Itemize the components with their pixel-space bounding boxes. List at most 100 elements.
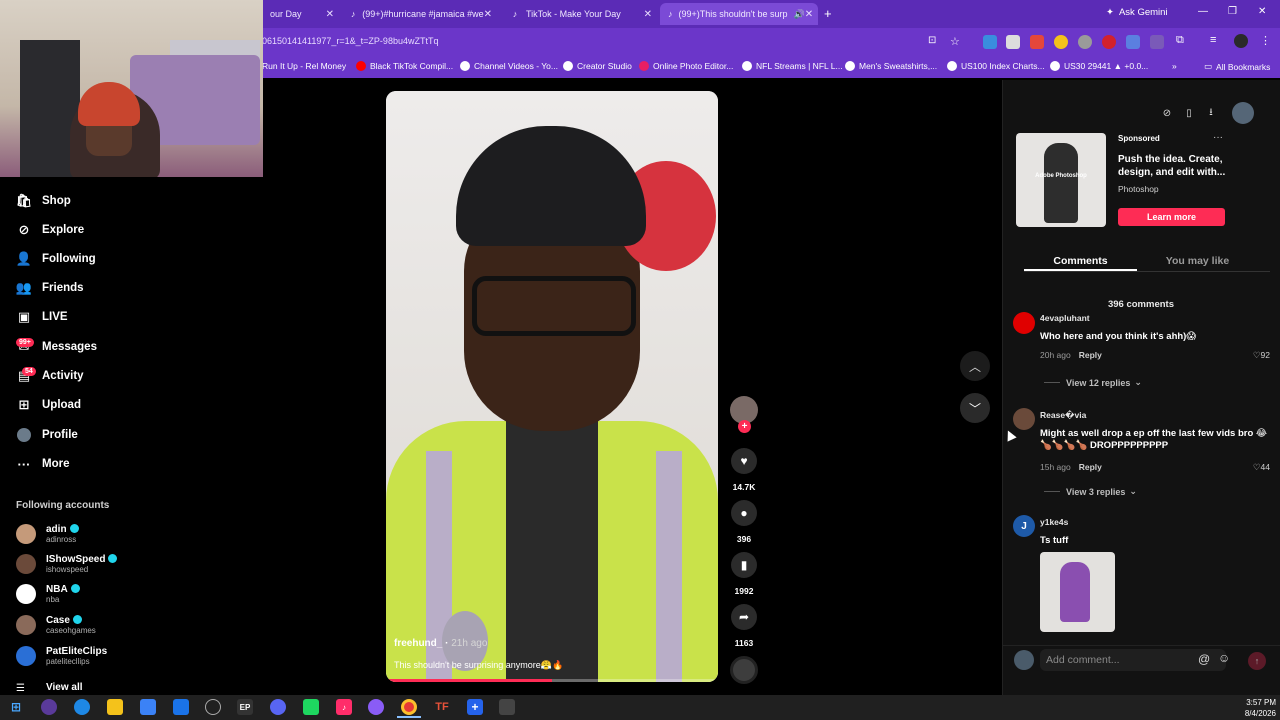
maximize-icon[interactable]: ❐: [1228, 6, 1237, 17]
close-window-icon[interactable]: ✕: [1258, 6, 1266, 17]
extension-icon[interactable]: [1030, 35, 1044, 49]
extensions-puzzle-icon[interactable]: ⧉: [1176, 34, 1184, 47]
sidebar-item-profile[interactable]: Profile: [16, 424, 78, 446]
video-progress-bar[interactable]: [386, 679, 718, 682]
bookmark-item[interactable]: NFL Streams | NFL L...: [742, 61, 843, 71]
sidebar-item-friends[interactable]: 👥 Friends: [16, 277, 84, 299]
all-bookmarks-button[interactable]: ▭ All Bookmarks: [1204, 61, 1270, 72]
windows-start-icon[interactable]: ⊞: [8, 699, 24, 715]
tiktok-icon[interactable]: ♪: [336, 699, 352, 715]
avatar[interactable]: [1013, 312, 1035, 334]
minimize-icon[interactable]: —: [1198, 6, 1208, 17]
bookmark-item[interactable]: Men's Sweatshirts,...: [845, 61, 937, 71]
view-all-link[interactable]: View all: [46, 682, 83, 693]
discord-icon[interactable]: [270, 699, 286, 715]
compass-icon[interactable]: ⊘: [1158, 104, 1176, 122]
user-avatar[interactable]: [1232, 102, 1254, 124]
media-icon[interactable]: ≡: [1210, 34, 1216, 46]
video-player[interactable]: [386, 91, 718, 682]
close-icon[interactable]: ✕: [805, 9, 813, 20]
following-account[interactable]: IShowSpeed ishowspeed: [16, 551, 118, 577]
creator-username[interactable]: freehund_: [394, 638, 442, 649]
mobile-icon[interactable]: ▯: [1180, 104, 1198, 122]
more-options-icon[interactable]: ···: [1213, 132, 1223, 143]
extension-icon[interactable]: [1150, 35, 1164, 49]
follow-plus-icon[interactable]: +: [738, 420, 751, 433]
store-icon[interactable]: [140, 699, 156, 715]
download-icon[interactable]: ⭳: [1202, 104, 1220, 122]
copilot-icon[interactable]: [41, 699, 57, 715]
reply-button[interactable]: Reply: [1079, 462, 1102, 472]
avatar[interactable]: J: [1013, 515, 1035, 537]
following-account[interactable]: PatEliteClips patelitecllips: [16, 643, 107, 669]
ad-title[interactable]: Push the idea. Create, design, and edit …: [1118, 153, 1238, 179]
extension-icon[interactable]: [1102, 35, 1116, 49]
comment-image[interactable]: [1040, 552, 1115, 632]
bookmark-item[interactable]: US100 Index Charts...: [947, 61, 1045, 71]
save-button[interactable]: ▮: [731, 552, 757, 578]
share-button[interactable]: ➦: [731, 604, 757, 630]
install-icon[interactable]: ⊡: [928, 35, 936, 46]
sidebar-item-more[interactable]: ··· More: [16, 453, 70, 475]
reply-button[interactable]: Reply: [1079, 350, 1102, 360]
close-icon[interactable]: ✕: [484, 9, 492, 20]
app-icon[interactable]: +: [467, 699, 483, 715]
avatar[interactable]: [1013, 408, 1035, 430]
app-icon[interactable]: [499, 699, 515, 715]
mention-icon[interactable]: @: [1198, 652, 1210, 666]
browser-tab[interactable]: ♪ (99+)#hurricane #jamaica #we ✕: [342, 3, 500, 25]
bookmark-item[interactable]: US30 29441 ▲ +0.0...: [1050, 61, 1148, 71]
chrome-icon[interactable]: [401, 699, 417, 715]
speaker-icon[interactable]: 🔊: [794, 9, 805, 20]
epic-games-icon[interactable]: EP: [237, 699, 253, 715]
comment-username[interactable]: y1ke4s: [1040, 517, 1068, 527]
comment-like-button[interactable]: ♡44: [1236, 462, 1270, 473]
sound-disc[interactable]: [730, 656, 758, 684]
sidebar-item-upload[interactable]: ⊞ Upload: [16, 394, 81, 416]
bookmark-item[interactable]: Channel Videos - Yo...: [460, 61, 558, 71]
sidebar-item-explore[interactable]: ⊘ Explore: [16, 219, 85, 241]
bookmark-item[interactable]: Creator Studio: [563, 61, 632, 71]
profile-avatar[interactable]: [1234, 34, 1248, 48]
app-icon[interactable]: TF: [434, 699, 450, 715]
following-account[interactable]: Case caseohgames: [16, 612, 96, 638]
emoji-icon[interactable]: ☺: [1218, 651, 1230, 665]
browser-tab[interactable]: ♪ TikTok - Make Your Day ✕: [502, 3, 660, 25]
comment-like-button[interactable]: ♡92: [1236, 350, 1270, 361]
browser-tab[interactable]: our Day ✕: [262, 3, 342, 25]
edge-icon[interactable]: [74, 699, 90, 715]
ask-gemini-button[interactable]: ✦ Ask Gemini: [1106, 7, 1168, 18]
comment-username[interactable]: Rease�via: [1040, 410, 1086, 421]
following-account[interactable]: adin adinross: [16, 521, 79, 547]
learn-more-button[interactable]: Learn more: [1118, 208, 1225, 226]
bookmark-item[interactable]: Run It Up - Rel Money: [262, 61, 346, 71]
comment-button[interactable]: ●: [731, 500, 757, 526]
sidebar-item-following[interactable]: 👤 Following: [16, 248, 96, 270]
creator-line[interactable]: freehund_ · 21h ago: [394, 638, 487, 649]
app-icon[interactable]: [368, 699, 384, 715]
ad-image[interactable]: Adobe Photoshop: [1016, 133, 1106, 227]
browser-tab-active[interactable]: ♪ (99+)This shouldn't be surp 🔊 ✕: [660, 3, 818, 25]
file-explorer-icon[interactable]: [107, 699, 123, 715]
close-icon[interactable]: ✕: [326, 9, 334, 20]
bookmark-item[interactable]: Online Photo Editor...: [639, 61, 733, 71]
extension-icon[interactable]: [983, 35, 997, 49]
steam-icon[interactable]: [205, 699, 221, 715]
next-video-button[interactable]: ﹀: [960, 393, 990, 423]
comment-username[interactable]: 4evapluhant: [1040, 313, 1090, 323]
extension-icon[interactable]: [1078, 35, 1092, 49]
post-comment-button[interactable]: ↑: [1248, 652, 1266, 670]
close-icon[interactable]: ✕: [644, 9, 652, 20]
extension-icon[interactable]: [1006, 35, 1020, 49]
kebab-menu-icon[interactable]: ⋮: [1260, 34, 1271, 47]
bookmark-star-icon[interactable]: ☆: [950, 35, 960, 48]
extension-icon[interactable]: [1054, 35, 1068, 49]
following-account[interactable]: NBA nba: [16, 581, 80, 607]
like-button[interactable]: ♥: [731, 448, 757, 474]
app-icon[interactable]: [303, 699, 319, 715]
new-tab-icon[interactable]: +: [824, 6, 832, 21]
bookmark-item[interactable]: Black TikTok Compil...: [356, 61, 453, 71]
system-clock[interactable]: 3:57 PM 8/4/2026: [1236, 697, 1276, 719]
outlook-icon[interactable]: [173, 699, 189, 715]
sidebar-item-live[interactable]: ▣ LIVE: [16, 306, 68, 328]
